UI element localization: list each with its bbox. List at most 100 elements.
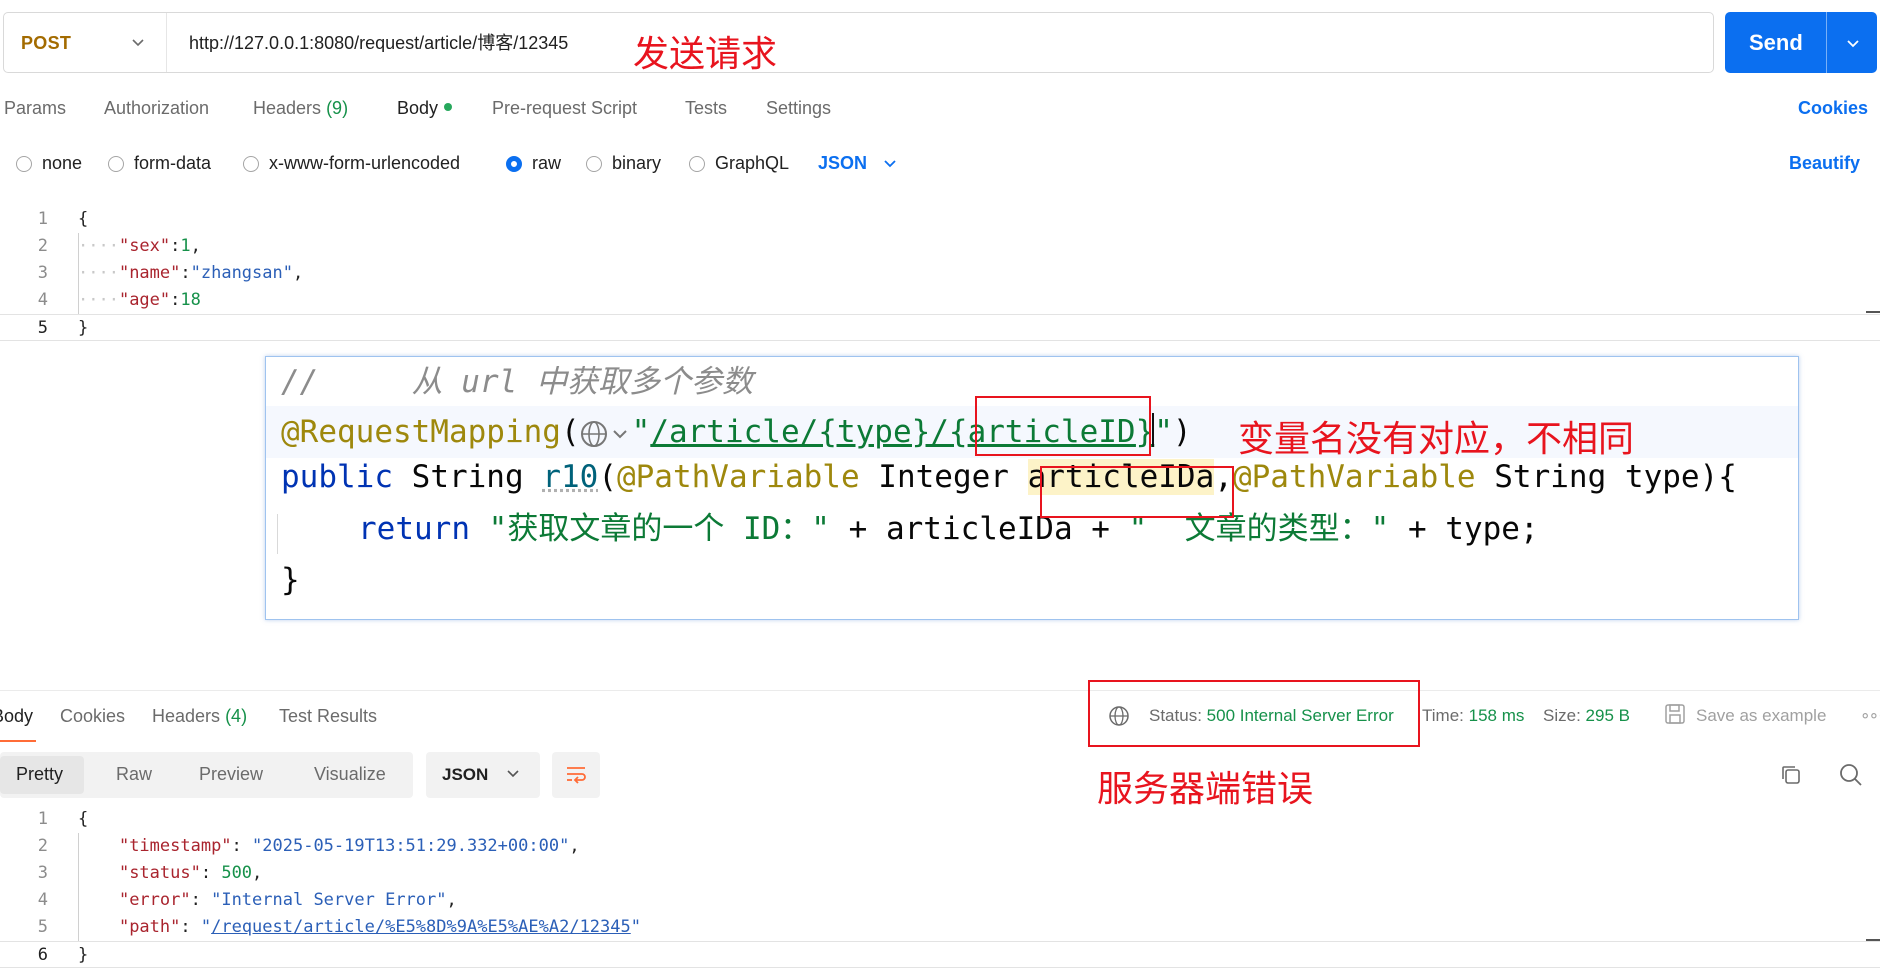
code-line: 1 { xyxy=(0,206,1880,233)
code-text: "status": 500, xyxy=(118,863,263,883)
highlight-box-articleIDa xyxy=(1040,466,1234,518)
type-string: String xyxy=(1494,459,1607,495)
tab-body[interactable]: Body xyxy=(397,98,453,119)
tab-headers[interactable]: Headers (9) xyxy=(253,98,348,119)
radio-none[interactable]: none xyxy=(16,153,82,174)
code-comment: // 从 url 中获取多个参数 xyxy=(281,364,753,400)
code-text: "error": "Internal Server Error", xyxy=(118,890,457,910)
scrollbar-marker xyxy=(1866,311,1880,313)
radio-raw-circle[interactable] xyxy=(506,155,522,172)
response-tab-body[interactable]: Body xyxy=(0,706,33,727)
time-value: 158 ms xyxy=(1468,706,1525,725)
radio-graphql[interactable]: GraphQL xyxy=(689,153,789,174)
search-icon[interactable] xyxy=(1838,762,1864,788)
highlight-box-status xyxy=(1088,680,1420,747)
tab-authorization[interactable]: Authorization xyxy=(104,98,209,119)
beautify-button[interactable]: Beautify xyxy=(1789,153,1860,174)
body-modified-dot xyxy=(444,103,453,112)
wrap-lines-button[interactable] xyxy=(552,752,600,798)
code-line: 3 ····"name":"zhangsan", xyxy=(0,260,1880,287)
annotation-path-variable: @PathVariable xyxy=(616,459,860,495)
response-format-label: JSON xyxy=(442,765,489,784)
view-preview[interactable]: Preview xyxy=(199,764,263,785)
code-line: 1 { xyxy=(0,806,1880,833)
code-text: { xyxy=(78,206,88,233)
view-visualize[interactable]: Visualize xyxy=(314,764,386,785)
method-name: r10 xyxy=(542,459,599,495)
tab-body-label: Body xyxy=(397,98,439,118)
brace: } xyxy=(78,318,89,338)
radio-none-label: none xyxy=(42,153,83,173)
chevron-down-icon xyxy=(884,159,896,167)
scrollbar-marker xyxy=(1866,939,1880,941)
json-key: "path" xyxy=(118,917,181,937)
view-pretty[interactable]: Pretty xyxy=(16,764,63,785)
code-line: 5 "path": "/request/article/%E5%8D%9A%E5… xyxy=(0,914,1880,941)
radio-urlencoded-circle[interactable] xyxy=(243,155,259,172)
language-select[interactable]: JSON xyxy=(818,153,897,174)
tab-params[interactable]: Params xyxy=(4,98,66,119)
active-tab-underline xyxy=(0,740,36,742)
send-button[interactable]: Send xyxy=(1725,12,1877,73)
save-as-example-button[interactable]: Save as example xyxy=(1696,706,1826,726)
code-text: } xyxy=(78,315,88,342)
tab-headers-label: Headers xyxy=(253,98,322,118)
code-text: } xyxy=(78,942,88,968)
radio-binary-label: binary xyxy=(612,153,662,173)
code-line: 4 ····"age":18 xyxy=(0,287,1880,314)
language-label: JSON xyxy=(818,153,868,173)
json-number: 1 xyxy=(180,236,191,256)
view-mode-tabs: Pretty Raw Preview Visualize xyxy=(0,752,413,798)
json-string: "2025-05-19T13:51:29.332+00:00" xyxy=(252,836,570,856)
send-options-chevron-icon[interactable] xyxy=(1846,36,1860,50)
response-tab-headers-label: Headers xyxy=(152,706,221,726)
response-tab-cookies[interactable]: Cookies xyxy=(60,706,125,727)
tab-tests[interactable]: Tests xyxy=(685,98,727,119)
line-number: 4 xyxy=(37,290,48,310)
annotation-variable-mismatch: 变量名没有对应，不相同 xyxy=(1238,419,1635,460)
radio-form-data-circle[interactable] xyxy=(108,155,124,172)
radio-binary[interactable]: binary xyxy=(586,153,661,174)
json-key: "status" xyxy=(118,863,201,883)
size-label: Size: xyxy=(1543,706,1581,725)
line-number: 1 xyxy=(37,209,48,229)
response-divider xyxy=(0,690,1880,691)
tab-settings[interactable]: Settings xyxy=(766,98,831,119)
radio-raw[interactable]: raw xyxy=(506,153,561,174)
highlight-box-articleID xyxy=(975,396,1151,456)
code-text: ····"age":18 xyxy=(78,290,201,310)
code-line: 2 ····"sex":1, xyxy=(0,233,1880,260)
more-options-icon[interactable]: ∘∘∘ xyxy=(1860,706,1880,726)
keyword-return: return xyxy=(358,511,470,547)
response-tab-headers[interactable]: Headers (4) xyxy=(152,706,247,727)
code-line: 4 "error": "Internal Server Error", xyxy=(0,887,1880,914)
text-caret xyxy=(1152,413,1154,447)
radio-none-circle[interactable] xyxy=(16,155,32,172)
url-bar: POST xyxy=(3,12,1714,73)
param-type: type xyxy=(1624,459,1700,495)
cookies-link[interactable]: Cookies xyxy=(1798,98,1868,119)
radio-binary-circle[interactable] xyxy=(586,155,602,172)
response-format-select[interactable]: JSON xyxy=(426,752,540,798)
annotation-request-mapping: @RequestMapping xyxy=(281,414,561,450)
json-key: "error" xyxy=(118,890,191,910)
view-raw[interactable]: Raw xyxy=(116,764,152,785)
url-input[interactable] xyxy=(189,31,609,52)
radio-graphql-circle[interactable] xyxy=(689,155,705,172)
response-tab-test-results[interactable]: Test Results xyxy=(279,706,377,727)
response-tab-headers-count: (4) xyxy=(225,706,248,726)
annotation-server-error: 服务器端错误 xyxy=(1097,769,1314,810)
brace: } xyxy=(78,945,89,965)
json-url-link[interactable]: /request/article/%E5%8D%9A%E5%AE%A2/1234… xyxy=(211,917,631,937)
copy-icon[interactable] xyxy=(1778,762,1804,788)
radio-x-www-form-urlencoded[interactable]: x-www-form-urlencoded xyxy=(243,153,460,174)
radio-form-data[interactable]: form-data xyxy=(108,153,211,174)
code-line: 3 "status": 500, xyxy=(0,860,1880,887)
tab-pre-request-script[interactable]: Pre-request Script xyxy=(492,98,637,119)
code-text: ····"sex":1, xyxy=(78,236,201,256)
time-label: Time: xyxy=(1422,706,1464,725)
code-text: ····"name":"zhangsan", xyxy=(78,263,304,283)
indent-guide xyxy=(277,514,278,554)
method-select[interactable]: POST xyxy=(4,13,167,72)
type-string: String xyxy=(411,459,524,495)
